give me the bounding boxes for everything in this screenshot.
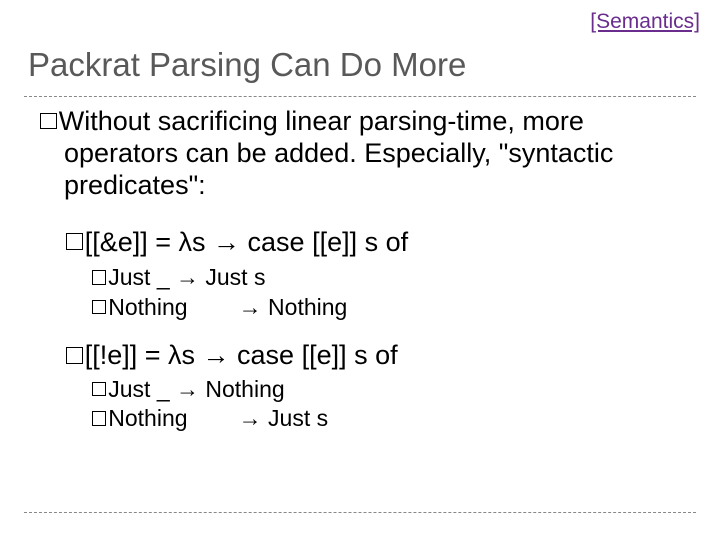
predicate-and-case2: Nothing → Nothing	[40, 294, 690, 322]
predicate-not-case1: Just _ → Nothing	[40, 376, 690, 404]
semantics-link[interactable]: [Semantics]	[590, 10, 700, 34]
predicate-and-case1-text: Just _ → Just s	[108, 264, 265, 290]
predicate-and-head-text: [[&e]] = λs → case [[e]] s of	[85, 227, 408, 257]
bullet-icon	[92, 411, 106, 425]
predicate-and-case1: Just _ → Just s	[40, 264, 690, 292]
slide-body: Without sacrificing linear parsing-time,…	[40, 106, 690, 435]
predicate-not-head-text: [[!e]] = λs → case [[e]] s of	[85, 340, 398, 370]
intro-paragraph: Without sacrificing linear parsing-time,…	[40, 106, 690, 202]
bullet-icon	[66, 347, 83, 364]
predicate-not-case2-right: → Just s	[239, 405, 328, 431]
predicate-and-case2-left: Nothing	[108, 294, 187, 320]
slide-title: Packrat Parsing Can Do More	[28, 46, 466, 84]
divider-bottom	[24, 512, 696, 513]
bullet-icon	[92, 382, 106, 396]
bullet-icon	[92, 300, 106, 314]
slide: [Semantics] Packrat Parsing Can Do More …	[0, 0, 720, 540]
predicate-and-head: [[&e]] = λs → case [[e]] s of	[40, 226, 690, 258]
intro-text: Without sacrificing linear parsing-time,…	[59, 106, 614, 200]
predicate-not-head: [[!e]] = λs → case [[e]] s of	[40, 339, 690, 371]
divider-top	[24, 96, 696, 97]
bullet-icon	[40, 113, 57, 130]
bullet-icon	[92, 270, 106, 284]
predicate-not-case2-left: Nothing	[108, 405, 187, 431]
predicate-not-case2: Nothing → Just s	[40, 405, 690, 433]
bullet-icon	[66, 233, 83, 250]
predicate-not-case1-text: Just _ → Nothing	[108, 376, 284, 402]
predicate-and-case2-right: → Nothing	[239, 294, 348, 320]
